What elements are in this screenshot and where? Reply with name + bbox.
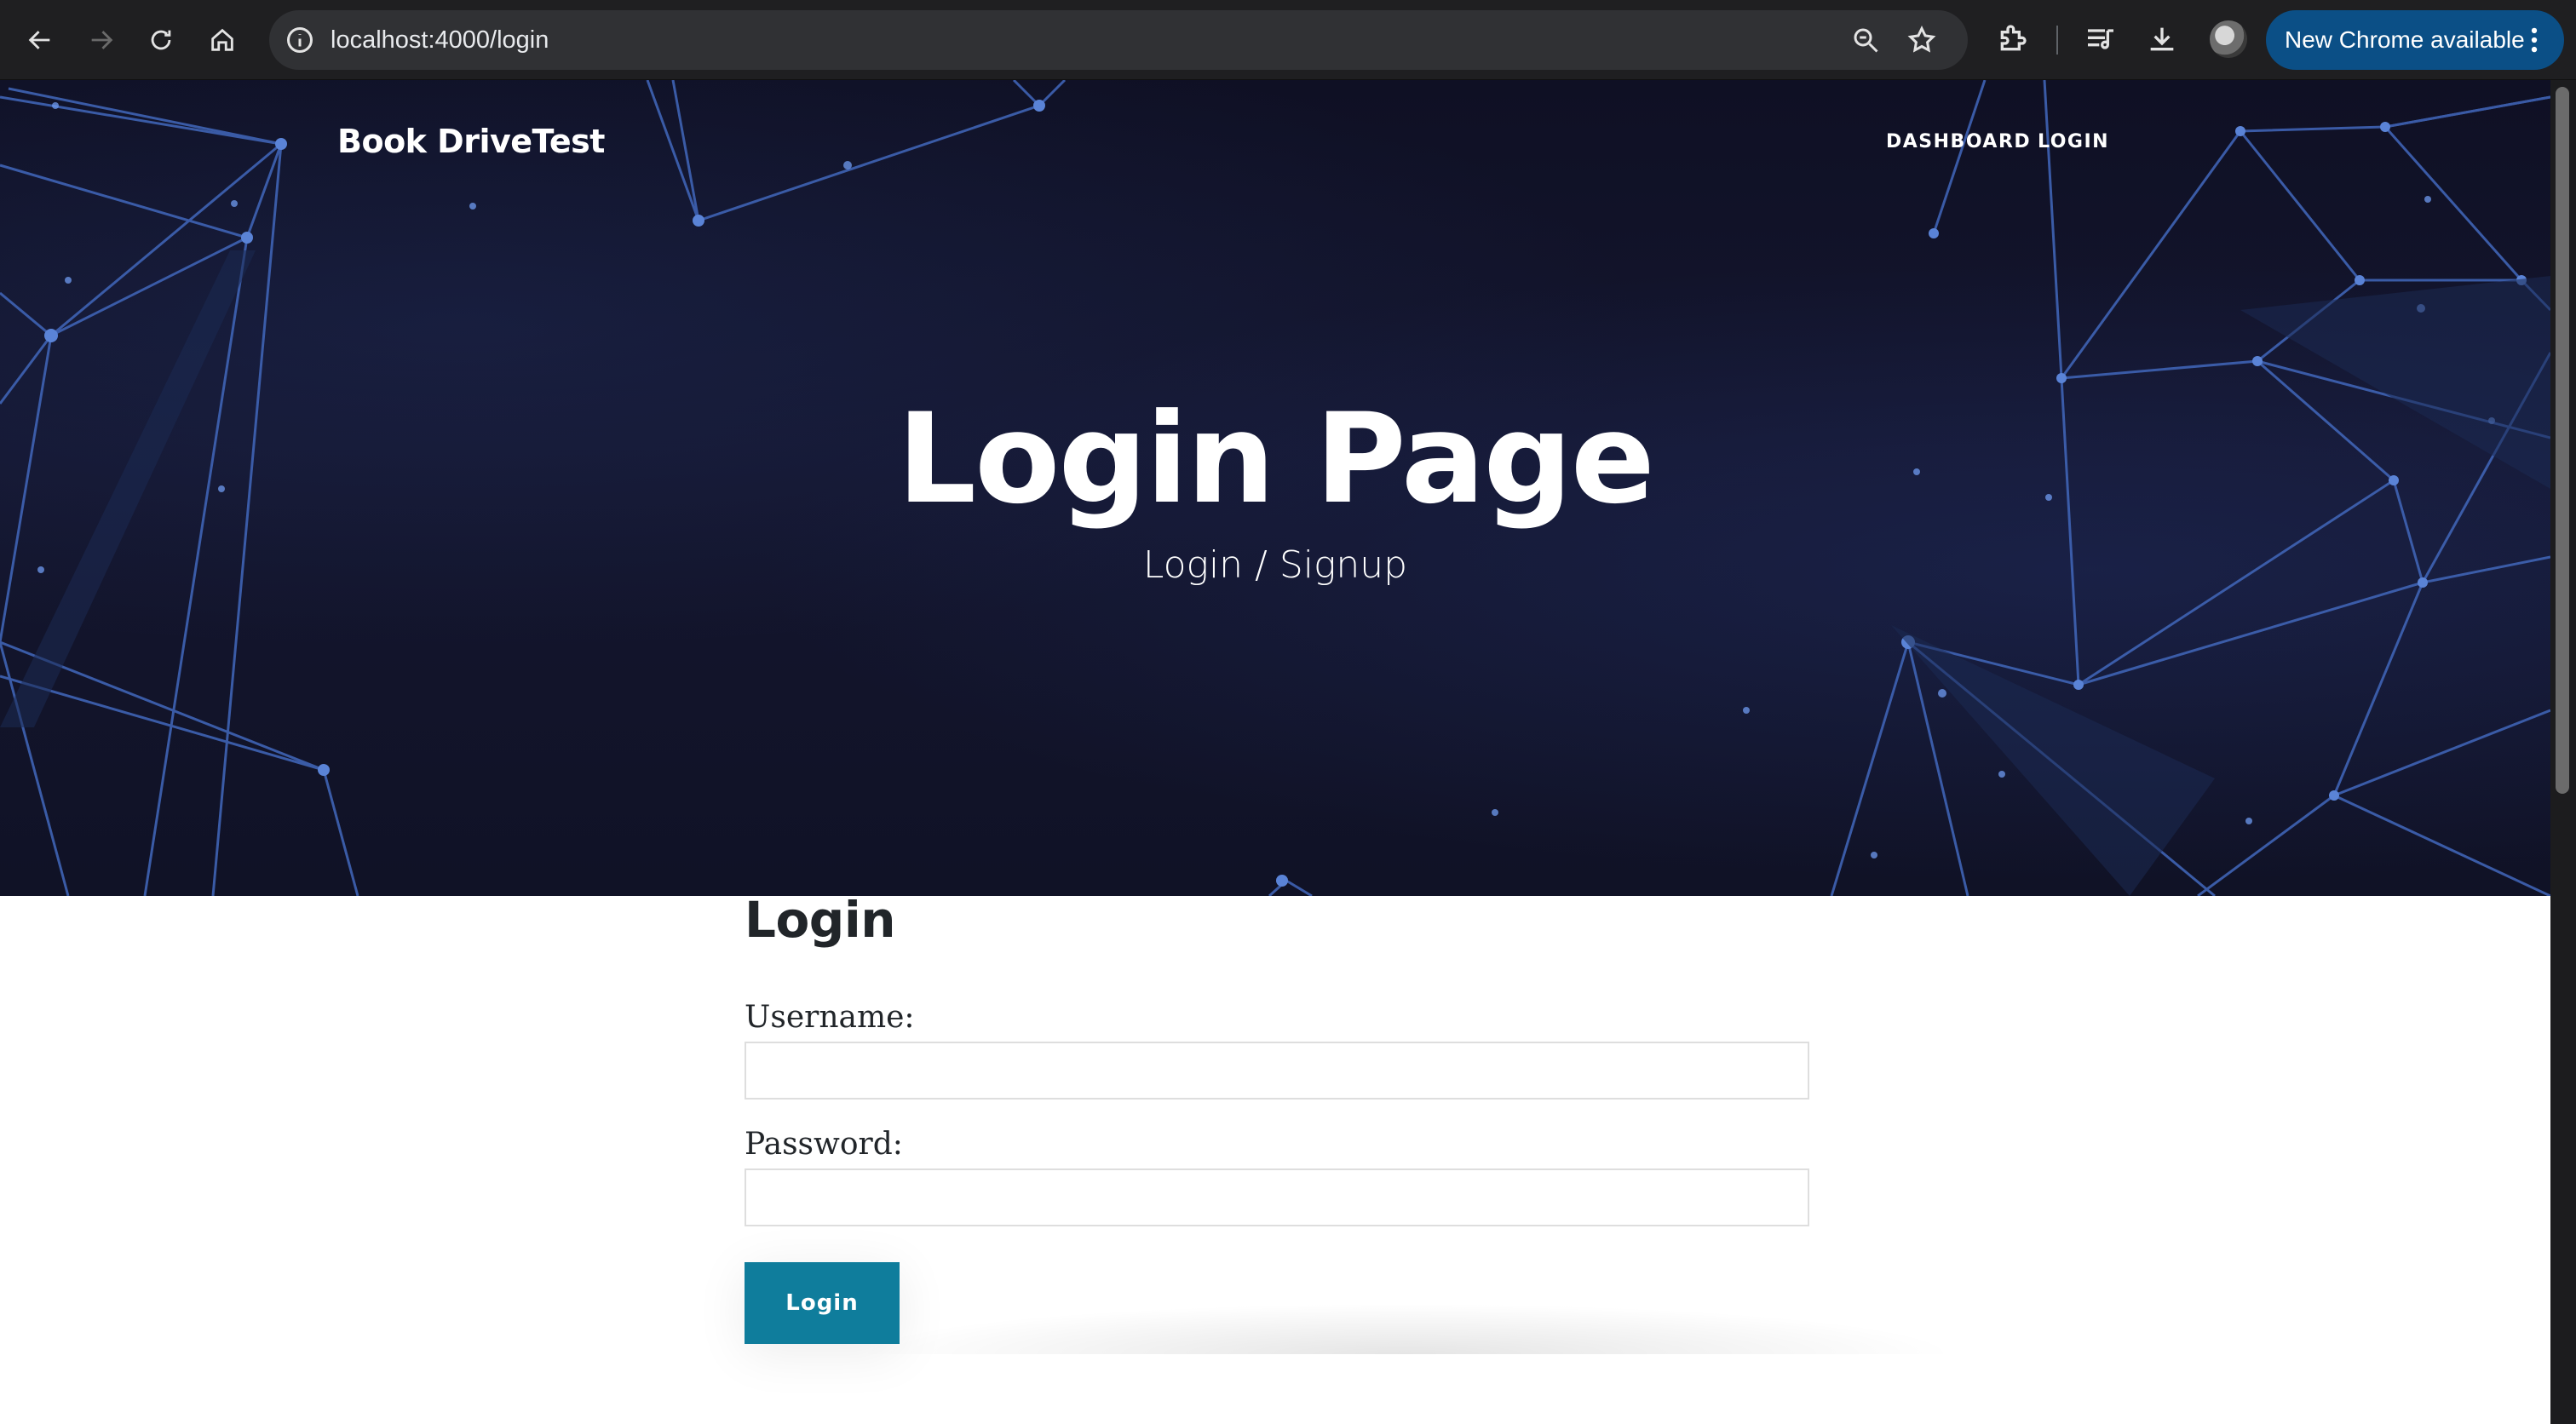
chrome-update-button[interactable]: New Chrome available — [2266, 10, 2564, 70]
back-button[interactable] — [17, 17, 63, 63]
profile-avatar[interactable] — [2210, 20, 2247, 58]
forward-button[interactable] — [78, 17, 124, 63]
chrome-update-label: New Chrome available — [2285, 26, 2525, 53]
login-submit-button[interactable]: Login — [745, 1262, 900, 1344]
url-text[interactable]: localhost:4000/login — [331, 10, 549, 70]
kebab-menu-icon — [2531, 27, 2538, 53]
home-button[interactable] — [199, 17, 245, 63]
toolbar-divider — [2056, 26, 2058, 55]
info-icon[interactable] — [285, 25, 315, 55]
reload-button[interactable] — [138, 17, 184, 63]
scrollbar-thumb[interactable] — [2556, 87, 2569, 794]
nav-link-dashboard[interactable]: DASHBOARD — [1886, 131, 2031, 152]
page-subtitle: Login / Signup — [1142, 543, 1408, 587]
login-form: Login Username: Password: — [745, 891, 1809, 1226]
username-input[interactable] — [745, 1042, 1809, 1100]
form-heading: Login — [745, 891, 896, 949]
site-navigation: DASHBOARD LOGIN — [1869, 131, 2550, 165]
reload-icon — [151, 30, 171, 50]
form-shadow — [852, 1303, 1959, 1354]
home-icon — [211, 28, 233, 51]
address-bar[interactable]: localhost:4000/login — [269, 10, 1968, 70]
page-title: Login Page — [897, 387, 1655, 531]
media-controls-icon[interactable] — [2084, 22, 2118, 56]
puzzle-icon[interactable] — [1995, 22, 2029, 56]
site-brand-link[interactable]: Book DriveTest — [337, 123, 605, 160]
download-icon[interactable] — [2145, 22, 2179, 56]
hero-banner: Book DriveTest DASHBOARD LOGIN Login Pag… — [0, 80, 2550, 896]
username-label: Username: — [745, 1000, 915, 1035]
browser-toolbar: localhost:4000/login New Chrome availabl… — [0, 0, 2576, 80]
password-label: Password: — [745, 1127, 903, 1162]
star-icon[interactable] — [1906, 25, 1937, 55]
arrow-right-icon — [91, 31, 113, 49]
nav-link-login[interactable]: LOGIN — [2038, 131, 2109, 152]
password-input[interactable] — [745, 1168, 1809, 1226]
zoom-icon[interactable] — [1850, 25, 1881, 55]
page-scrollbar[interactable] — [2550, 80, 2576, 1424]
arrow-left-icon — [28, 31, 50, 49]
